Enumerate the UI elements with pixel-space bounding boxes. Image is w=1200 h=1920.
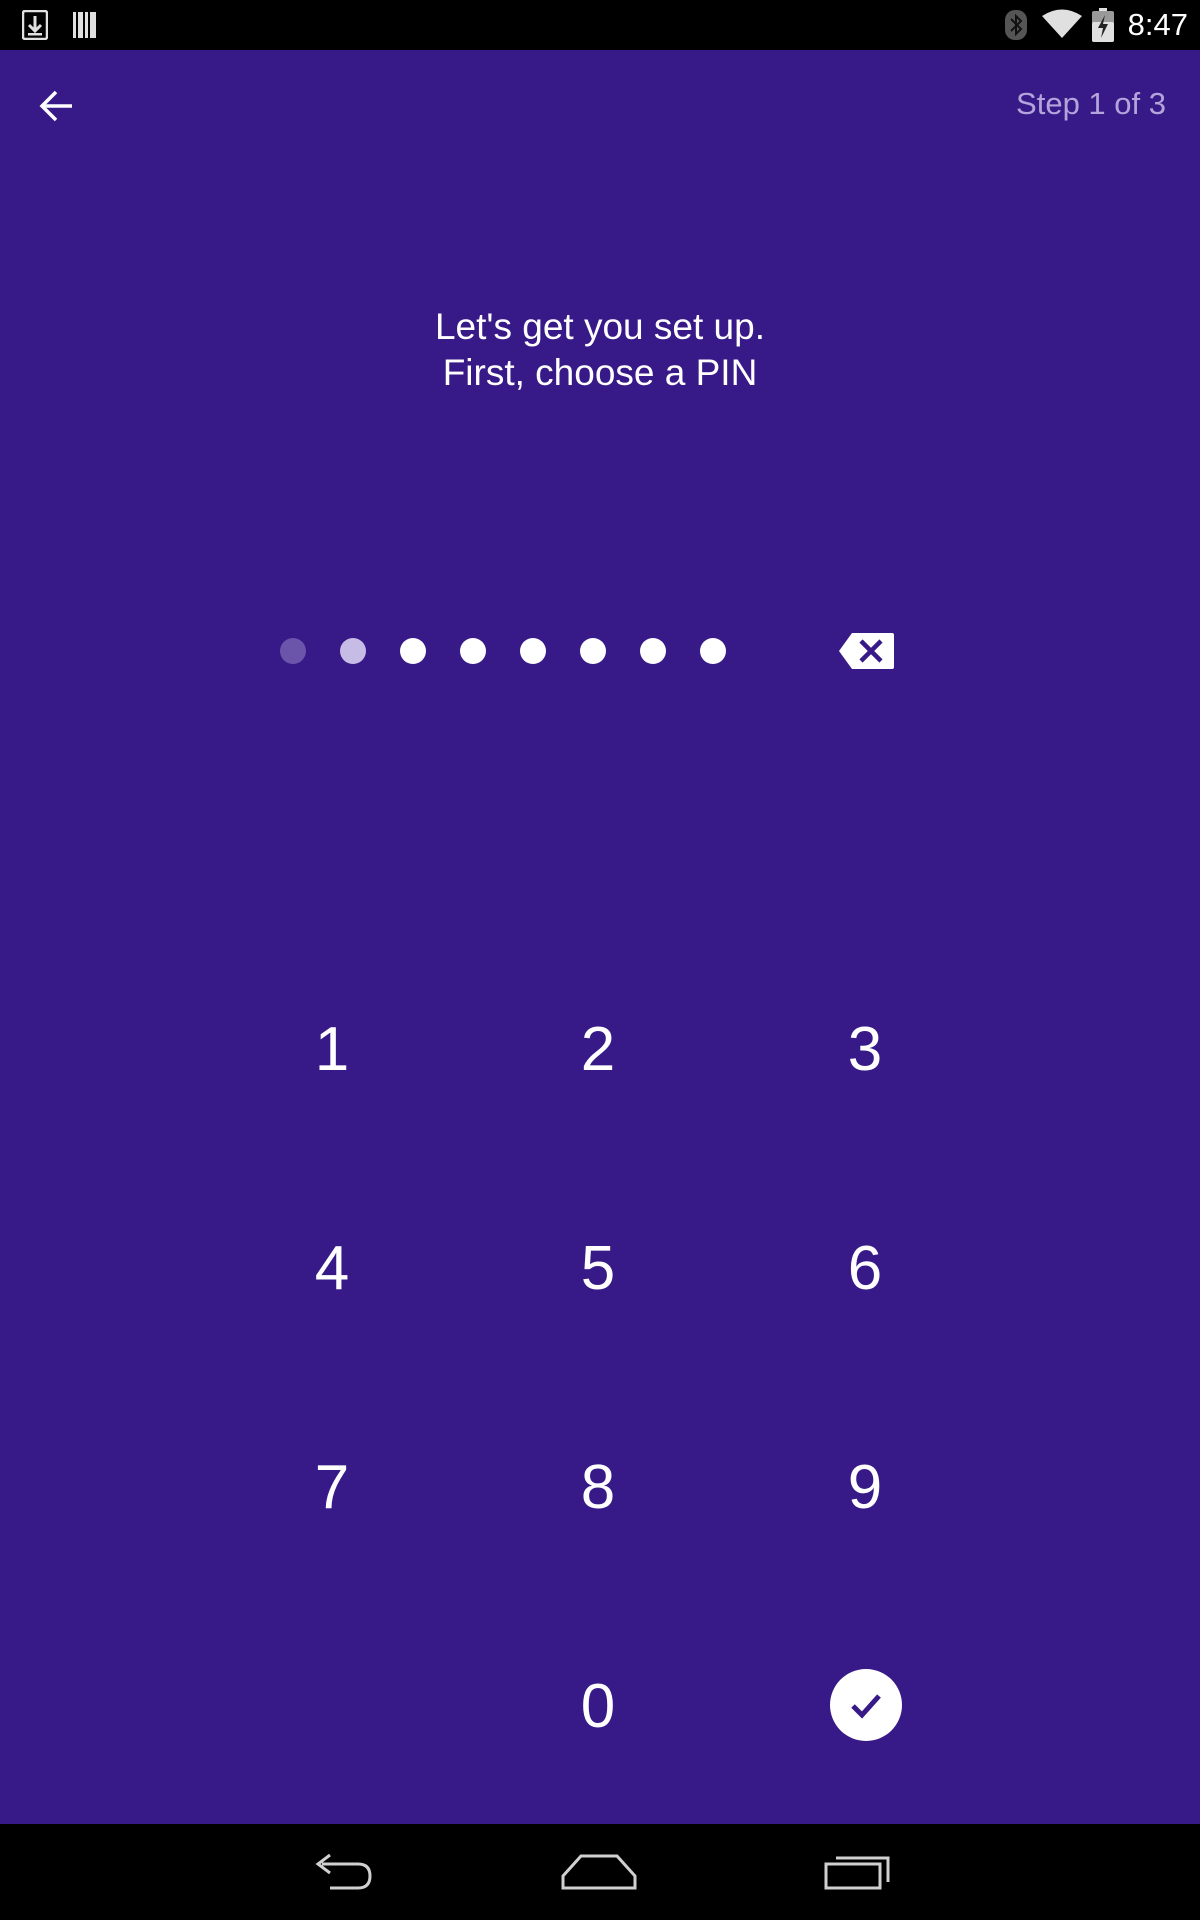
key-5[interactable]: 5 [508,1198,688,1338]
key-8[interactable]: 8 [508,1417,688,1557]
nav-back-button[interactable] [283,1824,403,1920]
key-7[interactable]: 7 [242,1417,422,1557]
key-0[interactable]: 0 [508,1636,688,1776]
back-nav-icon [315,1853,372,1890]
nav-home-button[interactable] [539,1824,659,1920]
home-nav-icon [561,1854,637,1890]
keypad: 1 2 3 4 5 6 7 8 9 0 [0,0,1200,1820]
recents-nav-icon [824,1856,890,1890]
check-icon [851,1694,881,1719]
key-6[interactable]: 6 [775,1198,955,1338]
nav-recents-button[interactable] [797,1824,917,1920]
navigation-bar [0,1824,1200,1920]
pin-setup-screen: 8:47 Step 1 of 3 Let's get you set up. F… [0,0,1200,1920]
key-1[interactable]: 1 [242,979,422,1119]
key-4[interactable]: 4 [242,1198,422,1338]
confirm-button[interactable] [830,1669,902,1741]
key-9[interactable]: 9 [775,1417,955,1557]
key-3[interactable]: 3 [775,979,955,1119]
key-2[interactable]: 2 [508,979,688,1119]
